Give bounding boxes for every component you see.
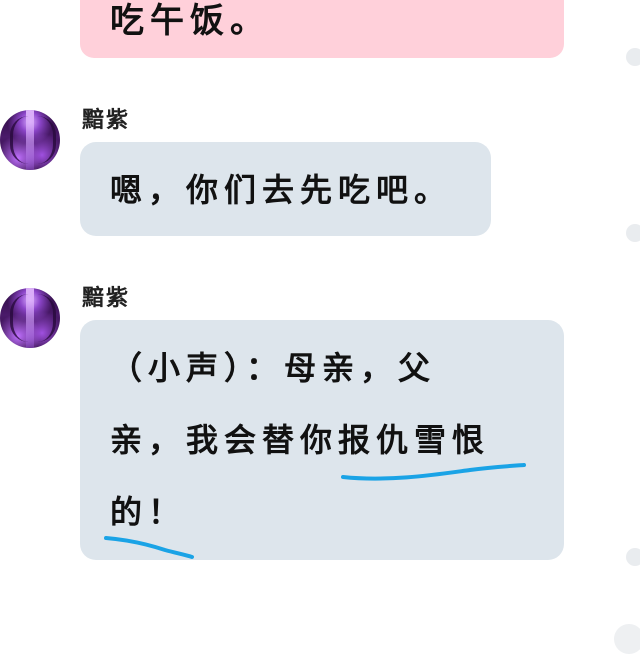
avatar[interactable] xyxy=(0,288,60,348)
scroll-indicator-dot xyxy=(626,48,640,66)
scroll-indicator-dot xyxy=(614,624,640,654)
message-bubble-incoming[interactable]: （小声）：母亲，父 亲，我会替你报仇雪恨 的！ xyxy=(80,320,564,560)
sender-name: 黯紫 xyxy=(82,107,131,133)
sender-name: 黯紫 xyxy=(82,285,131,311)
avatar[interactable] xyxy=(0,110,60,170)
scroll-indicator-dot xyxy=(626,548,640,566)
message-text-line: 亲，我会替你报仇雪恨 xyxy=(110,421,491,459)
scroll-indicator-dot xyxy=(626,224,640,242)
message-text-line: 的！ xyxy=(110,493,187,531)
message-bubble-incoming[interactable]: 嗯，你们去先吃吧。 xyxy=(80,142,491,236)
message-text-line: （小声）：母亲，父 xyxy=(110,349,437,387)
message-text: 嗯，你们去先吃吧。 xyxy=(110,171,453,209)
message-text: 吃午饭。 xyxy=(110,1,270,41)
message-bubble-outgoing[interactable]: 吃午饭。 xyxy=(80,0,564,58)
